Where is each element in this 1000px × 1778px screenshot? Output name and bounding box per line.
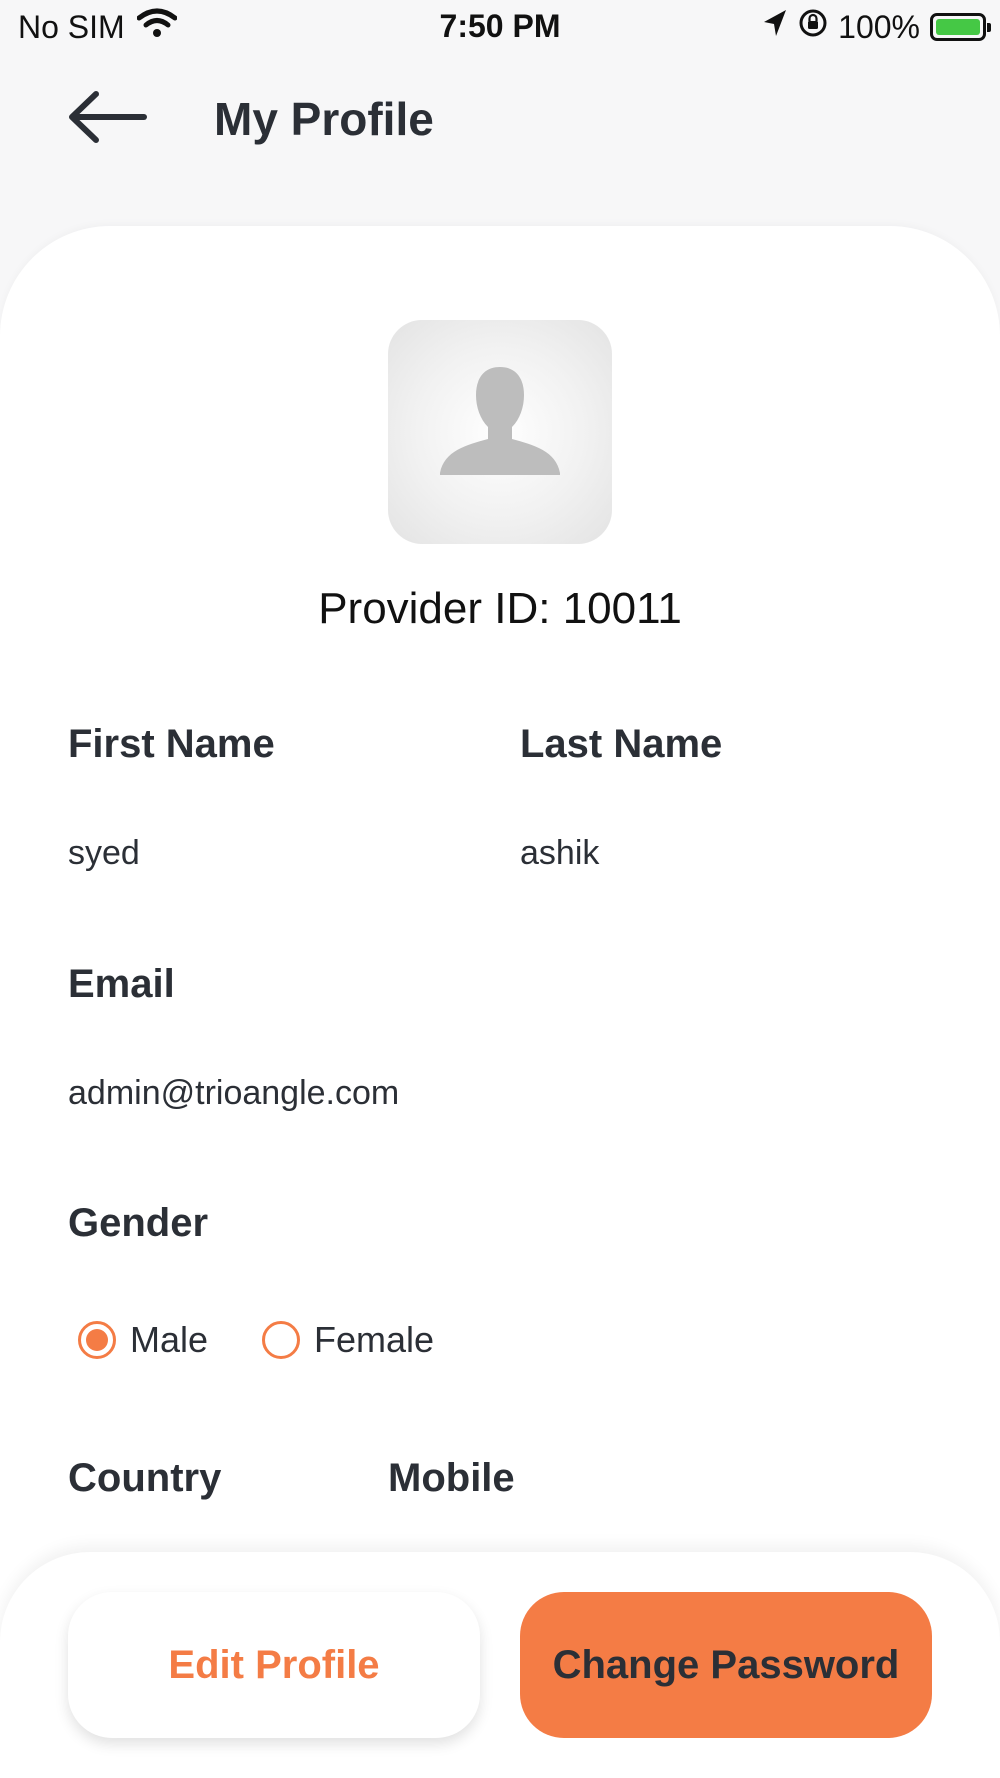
- country-label: Country: [68, 1456, 222, 1500]
- location-arrow-icon: [762, 8, 788, 46]
- gender-radio-female[interactable]: Female: [262, 1319, 434, 1361]
- edit-profile-button[interactable]: Edit Profile: [68, 1592, 480, 1738]
- user-silhouette-icon: [388, 320, 612, 544]
- email-label: Email: [68, 962, 175, 1006]
- radio-unselected-icon: [262, 1321, 300, 1359]
- bottom-action-bar: Edit Profile Change Password: [0, 1552, 1000, 1778]
- first-name-label: First Name: [68, 722, 275, 766]
- battery-percent: 100%: [838, 8, 920, 45]
- profile-card: Provider ID: 10011 First Name syed Last …: [0, 226, 1000, 1778]
- first-name-value: syed: [68, 834, 140, 872]
- email-value: admin@trioangle.com: [68, 1074, 400, 1112]
- gender-label: Gender: [68, 1201, 209, 1245]
- radio-selected-icon: [78, 1321, 116, 1359]
- header: My Profile: [0, 70, 1000, 180]
- page-title: My Profile: [214, 93, 434, 145]
- avatar[interactable]: [388, 320, 612, 544]
- gender-radio-male[interactable]: Male: [78, 1319, 208, 1361]
- back-button[interactable]: [62, 84, 152, 154]
- gender-option-male: Male: [130, 1319, 209, 1360]
- status-bar: No SIM 7:50 PM 100%: [0, 0, 1000, 58]
- battery-icon: [930, 13, 991, 41]
- provider-id: Provider ID: 10011: [318, 584, 682, 633]
- arrow-left-icon: [66, 89, 148, 150]
- status-right: 100%: [762, 8, 991, 46]
- profile-screen: No SIM 7:50 PM 100% My Profile Provider …: [0, 0, 1000, 1778]
- orientation-lock-icon: [798, 8, 828, 46]
- change-password-button[interactable]: Change Password: [520, 1592, 932, 1738]
- mobile-label: Mobile: [388, 1456, 515, 1500]
- gender-option-female: Female: [314, 1319, 435, 1360]
- last-name-label: Last Name: [520, 722, 723, 766]
- last-name-value: ashik: [520, 834, 600, 872]
